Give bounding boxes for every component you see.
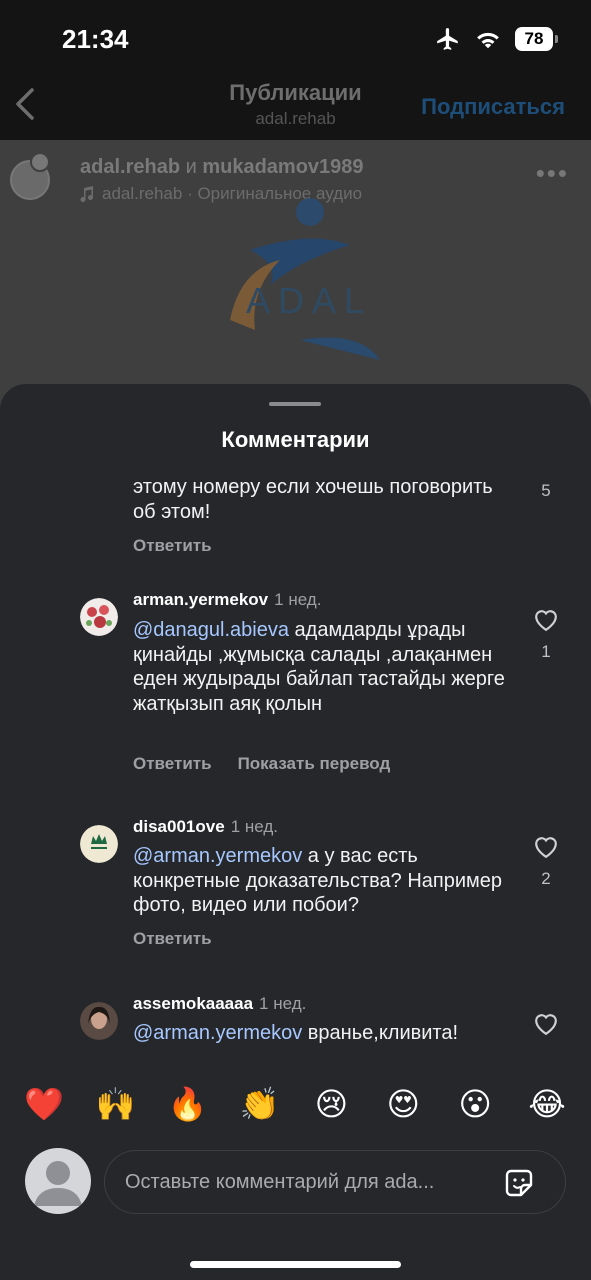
comment-time: 1 нед. — [274, 590, 322, 609]
subscribe-button[interactable]: Подписаться — [421, 94, 565, 120]
quick-reactions-bar: ❤️ 🙌 🔥 👏 😢 😍 😮 😂 — [0, 1074, 591, 1134]
post-logo-text: ADAL — [246, 280, 373, 321]
heart-icon[interactable] — [531, 608, 561, 632]
music-note-icon — [80, 186, 93, 202]
comment-header: assemokaaaaa 1 нед. — [133, 994, 306, 1014]
comment-input[interactable]: Оставьте комментарий для ada... — [104, 1150, 566, 1214]
comment-actions: Ответить Показать перевод — [133, 754, 390, 774]
nav-bar: Публикации adal.rehab Подписаться — [0, 72, 591, 138]
comment-header: disa001ove 1 нед. — [133, 817, 278, 837]
current-user-avatar — [25, 1148, 91, 1214]
comment-username[interactable]: arman.yermekov — [133, 590, 268, 609]
battery-indicator: 78 — [515, 27, 558, 51]
comment-body: вранье,кливита! — [302, 1022, 459, 1044]
mention-link[interactable]: @arman.yermekov — [133, 845, 302, 867]
comments-list[interactable]: этому номеру если хочешь поговорить об э… — [0, 474, 591, 1062]
status-time: 21:34 — [62, 24, 129, 54]
reaction-heart-eyes[interactable]: 😍 — [377, 1085, 429, 1123]
comment-username[interactable]: assemokaaaaa — [133, 994, 253, 1013]
post-author-2[interactable]: mukadamov1989 — [202, 156, 363, 178]
post-author-1[interactable]: adal.rehab — [80, 156, 180, 178]
comment-actions: Ответить — [133, 536, 212, 556]
comment-input-row: Оставьте комментарий для ada... — [0, 1142, 591, 1222]
airplane-icon — [437, 28, 458, 50]
comment-username[interactable]: disa001ove — [133, 817, 225, 836]
show-translation-button[interactable]: Показать перевод — [238, 754, 391, 774]
comment-text: этому номеру если хочешь поговорить об э… — [133, 476, 493, 523]
mention-link[interactable]: @danagul.abieva — [133, 619, 289, 641]
reaction-surprised[interactable]: 😮 — [449, 1085, 501, 1123]
reaction-raised-hands[interactable]: 🙌 — [90, 1085, 142, 1123]
reply-button[interactable]: Ответить — [133, 929, 212, 949]
status-icons: 78 — [435, 26, 558, 52]
avatar[interactable] — [80, 1002, 118, 1040]
avatar[interactable] — [80, 598, 118, 636]
comment-time: 1 нед. — [230, 817, 278, 836]
reaction-heart[interactable]: ❤️ — [18, 1085, 70, 1123]
comment-time: 1 нед. — [259, 994, 307, 1013]
comment-text: @danagul.abieva адамдарды ұрады қинайды … — [133, 618, 513, 716]
comment-text: @arman.yermekov вранье,кливита! — [133, 1021, 513, 1046]
sheet-drag-handle[interactable] — [269, 402, 321, 406]
like-count: 2 — [541, 869, 551, 888]
reaction-fire[interactable]: 🔥 — [162, 1085, 214, 1123]
post-authors[interactable]: adal.rehab и mukadamov1989 — [80, 156, 364, 179]
reaction-laughing[interactable]: 😂 — [521, 1085, 573, 1123]
status-bar: 21:34 78 — [0, 0, 591, 80]
post-coauthor-avatar[interactable] — [30, 152, 50, 172]
reaction-crying[interactable]: 😢 — [305, 1085, 357, 1123]
wifi-icon — [477, 32, 499, 49]
reaction-clap[interactable]: 👏 — [234, 1085, 286, 1123]
like-count: 1 — [541, 642, 551, 661]
avatar[interactable] — [80, 825, 118, 863]
reply-button[interactable]: Ответить — [133, 536, 212, 556]
avatar-image — [80, 825, 118, 863]
comment-header: arman.yermekov 1 нед. — [133, 590, 321, 610]
comments-sheet: Комментарии этому номеру если хочешь пог… — [0, 384, 591, 1280]
more-options-icon[interactable]: ••• — [536, 160, 569, 186]
heart-icon[interactable] — [531, 835, 561, 859]
default-avatar-icon — [34, 1161, 82, 1206]
comment-input-placeholder: Оставьте комментарий для ada... — [125, 1171, 435, 1193]
home-indicator — [190, 1261, 401, 1268]
avatar-image — [80, 1002, 118, 1040]
post-authors-joiner: и — [185, 156, 197, 178]
avatar-image — [80, 598, 118, 636]
mention-link[interactable]: @arman.yermekov — [133, 1022, 302, 1044]
heart-icon[interactable] — [531, 1012, 561, 1036]
sticker-icon[interactable] — [501, 1165, 537, 1201]
reply-button[interactable]: Ответить — [133, 754, 212, 774]
sheet-title: Комментарии — [221, 427, 370, 452]
like-count: 5 — [541, 481, 551, 500]
comment-actions: Ответить — [133, 929, 212, 949]
comment-text: @arman.yermekov а у вас есть конкретные … — [133, 844, 513, 918]
